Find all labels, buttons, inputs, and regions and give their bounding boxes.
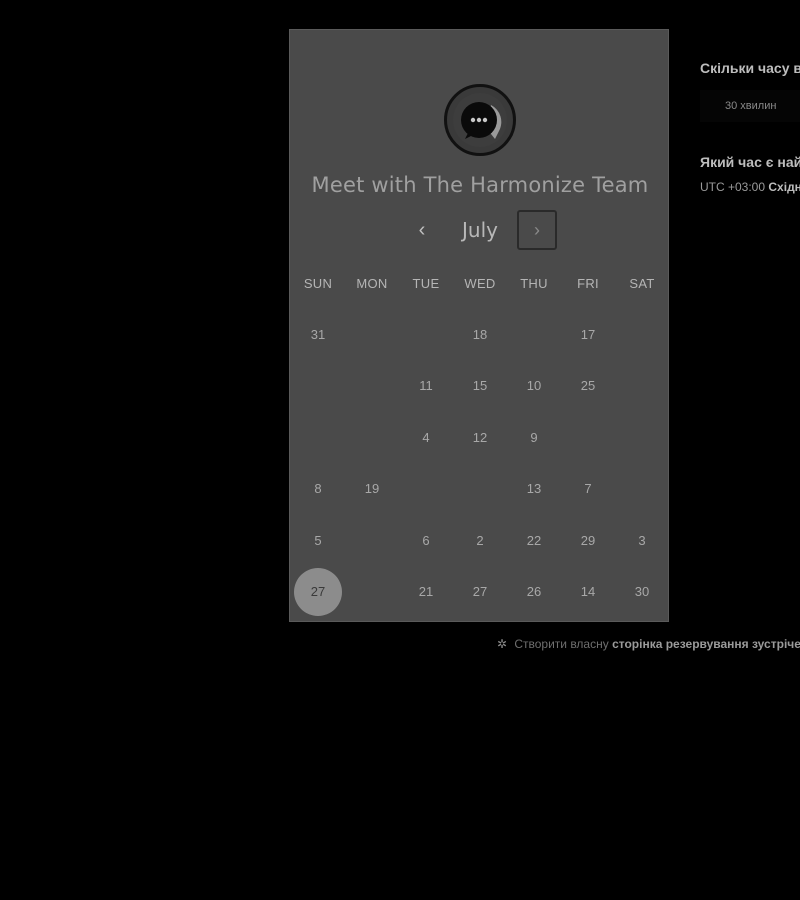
calendar-day[interactable]: 21 xyxy=(402,568,450,616)
calendar-day[interactable]: 19 xyxy=(348,465,396,513)
footer-link[interactable]: сторінка резервування зустрічей xyxy=(612,637,800,651)
calendar-day[interactable]: 22 xyxy=(510,517,558,565)
calendar-day[interactable]: 12 xyxy=(456,414,504,462)
month-label: July xyxy=(462,218,498,242)
weekday-sun: SUN xyxy=(303,276,333,291)
calendar-day[interactable]: 30 xyxy=(618,568,666,616)
duration-option-30-min[interactable]: 30 хвилин xyxy=(700,90,800,122)
calendar-day[interactable]: 18 xyxy=(456,311,504,359)
calendar-day[interactable]: 2 xyxy=(456,517,504,565)
calendar-day[interactable]: 13 xyxy=(510,465,558,513)
timezone-offset: UTC +03:00 xyxy=(700,180,766,194)
meeting-title: Meet with The Harmonize Team xyxy=(311,173,649,197)
calendar-day[interactable]: 7 xyxy=(564,465,612,513)
weekday-tue: TUE xyxy=(412,276,440,291)
previous-month-button[interactable]: ‹ xyxy=(412,216,432,244)
booking-options-panel: Скільки часу вам потрібно? 30 хвилин Яки… xyxy=(700,58,800,218)
weekday-wed: WED xyxy=(464,276,496,291)
calendar-day[interactable]: 27 xyxy=(294,568,342,616)
footer-prefix: Створити власну xyxy=(514,637,609,651)
duration-heading: Скільки часу вам потрібно? xyxy=(700,60,800,76)
weekday-mon: MON xyxy=(356,276,388,291)
footer-promo: ✲ Створити власну сторінка резервування … xyxy=(497,637,800,655)
calendar-day[interactable]: 8 xyxy=(294,465,342,513)
sprocket-icon: ✲ xyxy=(497,637,508,651)
calendar-day[interactable]: 14 xyxy=(564,568,612,616)
calendar-day[interactable]: 15 xyxy=(456,362,504,410)
calendar-day[interactable]: 3 xyxy=(618,517,666,565)
weekday-fri: FRI xyxy=(577,276,599,291)
calendar-day[interactable]: 17 xyxy=(564,311,612,359)
weekday-sat: SAT xyxy=(629,276,655,291)
month-navigation: ‹ July xyxy=(290,210,670,252)
timezone-name: Східна Європа xyxy=(768,180,800,194)
calendar-day[interactable]: 27 xyxy=(456,568,504,616)
weekday-thu: THU xyxy=(520,276,548,291)
time-heading: Який час є найкращим? xyxy=(700,154,800,170)
calendar-day[interactable]: 31 xyxy=(294,311,342,359)
calendar-day[interactable]: 29 xyxy=(564,517,612,565)
calendar-day[interactable]: 10 xyxy=(510,362,558,410)
timezone-selector[interactable]: UTC +03:00 Східна Європа xyxy=(700,180,800,194)
calendar-day[interactable]: 5 xyxy=(294,517,342,565)
calendar-day[interactable]: 9 xyxy=(510,414,558,462)
calendar-day[interactable]: 25 xyxy=(564,362,612,410)
calendar-day[interactable]: 6 xyxy=(402,517,450,565)
calendar-day[interactable]: 4 xyxy=(402,414,450,462)
calendar-day[interactable]: 26 xyxy=(510,568,558,616)
chat-bubble-logo-icon xyxy=(444,84,516,156)
calendar-day[interactable]: 11 xyxy=(402,362,450,410)
calendar-panel: Meet with The Harmonize Team ‹ July › SU… xyxy=(289,29,669,622)
next-month-button[interactable]: › xyxy=(517,210,557,250)
